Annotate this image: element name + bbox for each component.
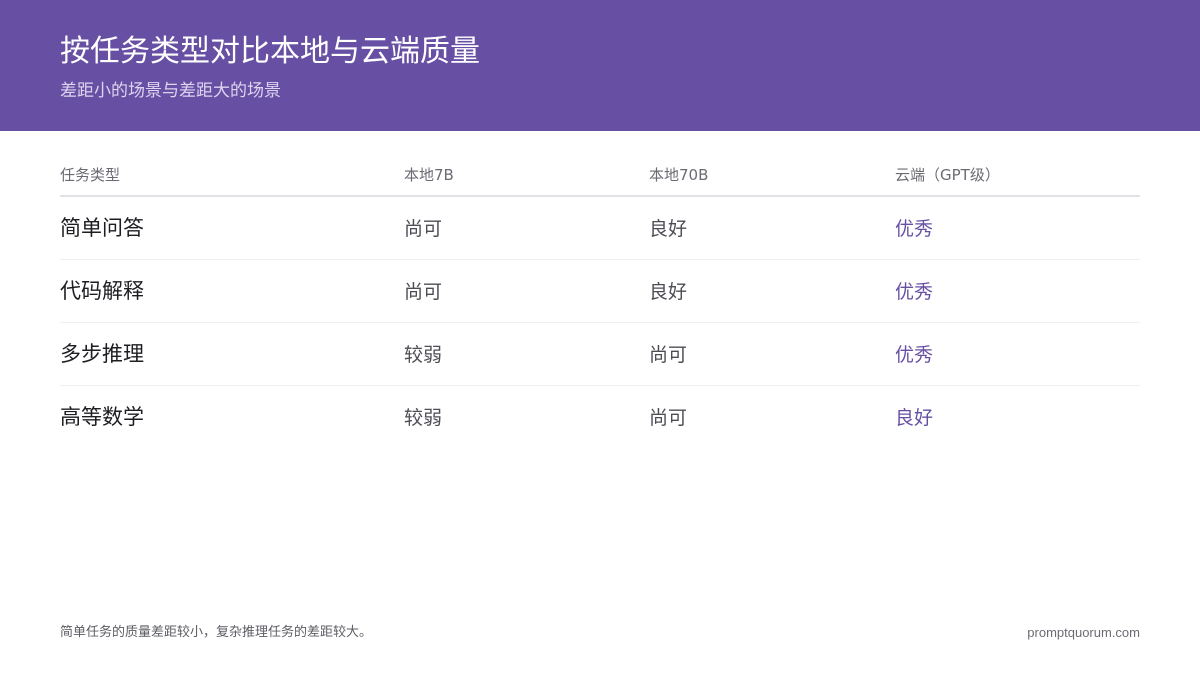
page-subtitle: 差距小的场景与差距大的场景 bbox=[60, 81, 281, 101]
table-header: 任务类型 本地7B 本地70B 云端（GPT级） bbox=[60, 155, 1140, 197]
local-7b-cell: 尚可 bbox=[404, 281, 443, 303]
local-70b-cell: 尚可 bbox=[649, 344, 688, 366]
task-type-cell: 高等数学 bbox=[60, 405, 144, 429]
table-row: 高等数学 较弱 尚可 良好 bbox=[60, 386, 1140, 448]
column-header-cloud: 云端（GPT级） bbox=[895, 166, 1000, 184]
local-70b-cell: 良好 bbox=[649, 218, 688, 240]
local-7b-cell: 较弱 bbox=[404, 407, 443, 429]
header-banner: 按任务类型对比本地与云端质量 差距小的场景与差距大的场景 bbox=[0, 0, 1200, 131]
task-type-cell: 代码解释 bbox=[60, 279, 144, 303]
column-header-local-7b: 本地7B bbox=[404, 166, 454, 184]
cloud-cell: 优秀 bbox=[895, 218, 934, 240]
footer-note: 简单任务的质量差距较小，复杂推理任务的差距较大。 bbox=[60, 625, 373, 640]
cloud-cell: 优秀 bbox=[895, 281, 934, 303]
comparison-table: 任务类型 本地7B 本地70B 云端（GPT级） 简单问答 尚可 良好 优秀 代… bbox=[60, 155, 1140, 448]
column-header-local-70b: 本地70B bbox=[649, 166, 709, 184]
table-row: 简单问答 尚可 良好 优秀 bbox=[60, 197, 1140, 260]
cloud-cell: 良好 bbox=[895, 407, 934, 429]
page-title: 按任务类型对比本地与云端质量 bbox=[60, 34, 480, 69]
footer-site-link[interactable]: promptquorum.com bbox=[1027, 624, 1140, 642]
local-7b-cell: 尚可 bbox=[404, 218, 443, 240]
task-type-cell: 简单问答 bbox=[60, 216, 144, 240]
table-row: 多步推理 较弱 尚可 优秀 bbox=[60, 323, 1140, 386]
local-70b-cell: 尚可 bbox=[649, 407, 688, 429]
local-7b-cell: 较弱 bbox=[404, 344, 443, 366]
column-header-task-type: 任务类型 bbox=[60, 166, 121, 184]
task-type-cell: 多步推理 bbox=[60, 342, 144, 366]
local-70b-cell: 良好 bbox=[649, 281, 688, 303]
table-row: 代码解释 尚可 良好 优秀 bbox=[60, 260, 1140, 323]
cloud-cell: 优秀 bbox=[895, 344, 934, 366]
